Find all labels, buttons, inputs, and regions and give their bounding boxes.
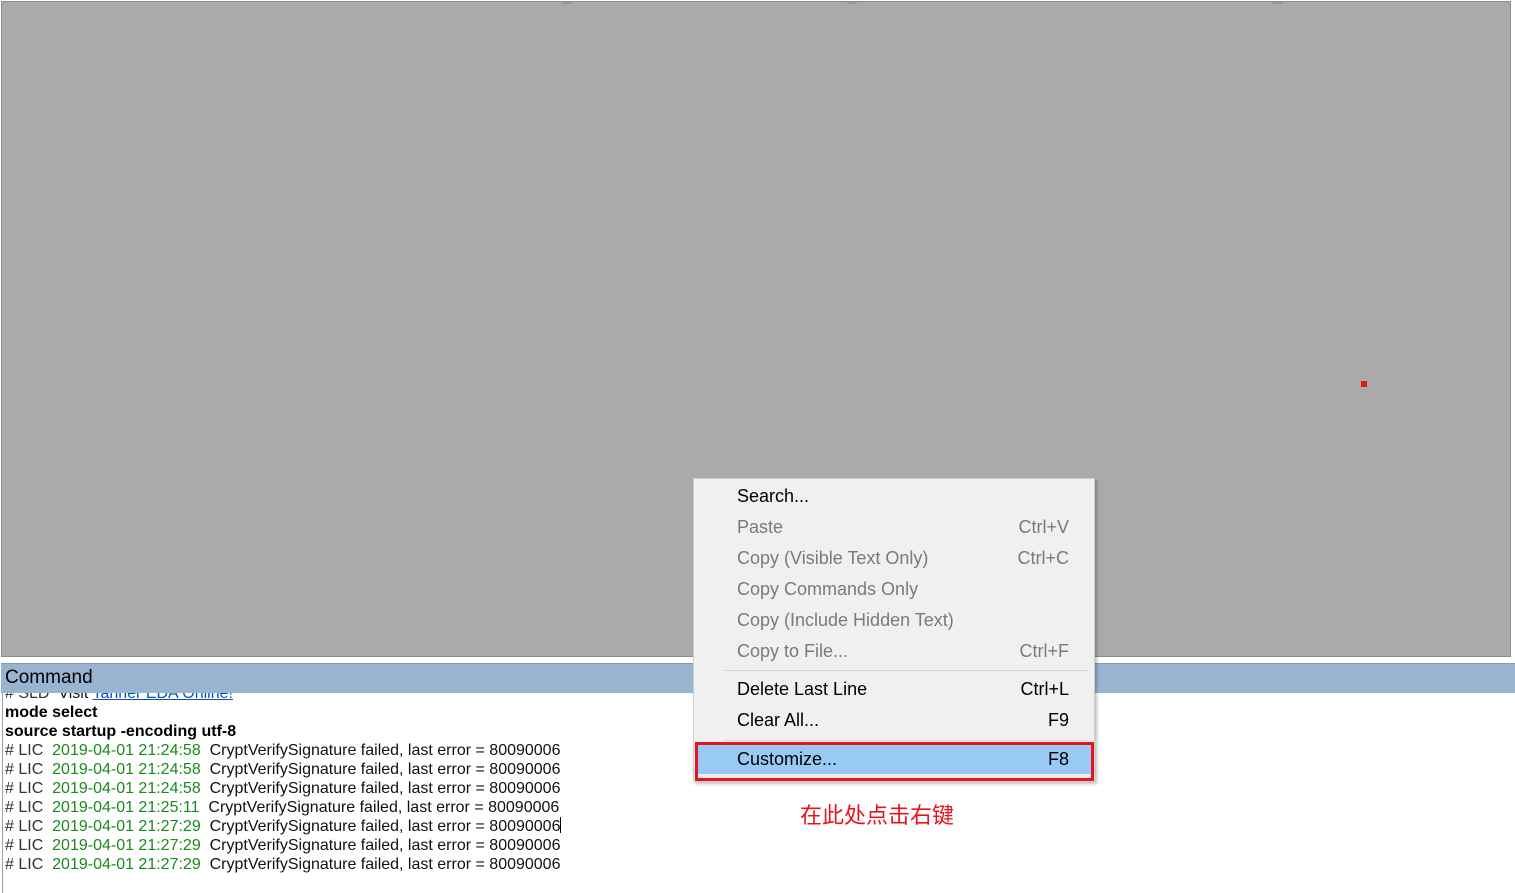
context-menu: Search... Paste Ctrl+V Copy (Visible Tex… [693,478,1095,782]
log-prefix: # LIC [5,856,44,873]
log-timestamp: 2019-04-01 21:24:58 [52,742,201,759]
menu-item-shortcut: F9 [1047,710,1069,730]
console-log-line: # LIC 2019-04-01 21:25:11 CryptVerifySig… [5,798,559,817]
log-message: CryptVerifySignature failed, last error … [209,780,561,797]
log-timestamp: 2019-04-01 21:27:29 [52,837,201,854]
log-message: CryptVerifySignature failed, last error … [209,761,561,778]
tanner-eda-link[interactable]: Tanner EDA Online! [92,693,233,702]
menu-item-label: Search... [737,486,810,506]
log-timestamp: 2019-04-01 21:24:58 [52,780,201,797]
menu-item-label: Copy to File... [737,641,849,661]
menu-item-copy-hidden[interactable]: Copy (Include Hidden Text) [695,606,1093,635]
menu-item-shortcut: F8 [1047,749,1069,769]
menu-item-label: Delete Last Line [737,679,868,699]
menu-item-label: Paste [737,517,784,537]
log-timestamp: 2019-04-01 21:27:29 [52,856,201,873]
log-message: CryptVerifySignature failed, last error … [209,856,561,873]
menu-item-customize[interactable]: Customize... F8 [695,745,1093,774]
menu-item-shortcut: Ctrl+C [1017,548,1069,568]
menu-item-shortcut: Ctrl+V [1018,517,1069,537]
log-prefix: # LIC [5,780,44,797]
menu-item-copy-commands[interactable]: Copy Commands Only [695,575,1093,604]
log-prefix: # LIC [5,837,44,854]
console-log-line: # LIC 2019-04-01 21:27:29 CryptVerifySig… [5,817,562,836]
annotation-note: 在此处点击右键 [800,804,955,829]
menu-item-label: Customize... [737,749,838,769]
log-timestamp: 2019-04-01 21:24:58 [52,761,201,778]
menu-item-delete-last-line[interactable]: Delete Last Line Ctrl+L [695,675,1093,704]
menu-item-copy-visible[interactable]: Copy (Visible Text Only) Ctrl+C [695,544,1093,573]
log-prefix: # LIC [5,818,44,835]
text-cursor [560,817,562,833]
console-log-line: # LIC 2019-04-01 21:24:58 CryptVerifySig… [5,741,560,760]
log-timestamp: 2019-04-01 21:27:29 [52,818,201,835]
menu-item-copy-to-file[interactable]: Copy to File... Ctrl+F [695,637,1093,666]
menu-item-label: Copy (Visible Text Only) [737,548,929,568]
menu-separator [724,670,1088,671]
menu-item-label: Copy (Include Hidden Text) [737,610,954,630]
console-log-line: # LIC 2019-04-01 21:24:58 CryptVerifySig… [5,779,560,798]
menu-item-paste[interactable]: Paste Ctrl+V [695,513,1093,542]
console-partial-line: # SLD Visit Tanner EDA Online! [5,693,233,703]
log-timestamp: 2019-04-01 21:25:11 [52,799,200,816]
log-message: CryptVerifySignature failed, last error … [209,742,561,759]
console-log-line: # LIC 2019-04-01 21:27:29 CryptVerifySig… [5,855,560,874]
menu-item-search[interactable]: Search... [695,482,1093,511]
console-command-line: source startup -encoding utf-8 [5,723,237,740]
log-message: CryptVerifySignature failed, last error … [209,818,561,835]
menu-item-shortcut: Ctrl+F [1019,641,1070,661]
log-prefix: # LIC [5,742,44,759]
console-log-line: # LIC 2019-04-01 21:27:29 CryptVerifySig… [5,836,560,855]
menu-item-label: Copy Commands Only [737,579,919,599]
console-line-prefix: # SLD [5,693,50,702]
console-log-line: # LIC 2019-04-01 21:24:58 CryptVerifySig… [5,760,560,779]
console-command-line: mode select [5,704,98,721]
menu-item-clear-all[interactable]: Clear All... F9 [695,706,1093,735]
canvas-red-marker [1361,381,1367,387]
menu-separator [724,740,1088,741]
command-panel-title: Command [5,667,93,688]
menu-item-shortcut: Ctrl+L [1020,679,1069,699]
console-line-text: Visit [58,693,93,702]
log-prefix: # LIC [5,799,44,816]
menu-item-label: Clear All... [737,710,820,730]
log-message: CryptVerifySignature failed, last error … [208,799,560,816]
log-message: CryptVerifySignature failed, last error … [209,837,561,854]
log-prefix: # LIC [5,761,44,778]
